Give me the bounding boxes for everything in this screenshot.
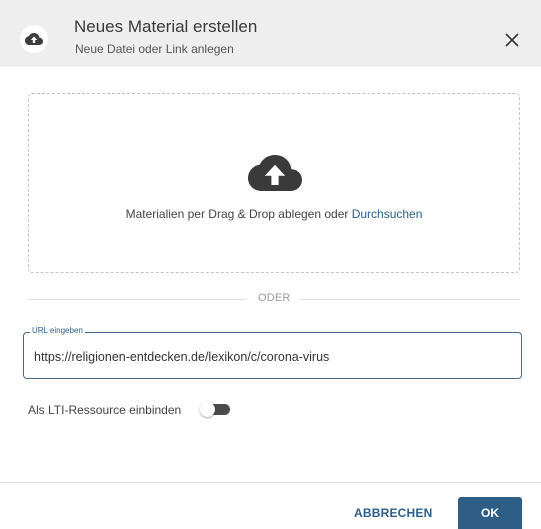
- dialog-header: Neues Material erstellen Neue Datei oder…: [0, 0, 541, 67]
- dialog-title: Neues Material erstellen: [74, 17, 258, 36]
- cloud-upload-icon: [247, 152, 303, 199]
- dialog-subtitle: Neue Datei oder Link anlegen: [75, 42, 234, 56]
- close-button[interactable]: [500, 28, 524, 52]
- file-dropzone[interactable]: Materialien per Drag & Drop ablegen oder…: [28, 93, 520, 273]
- divider-line-left: [28, 299, 246, 300]
- url-input[interactable]: [34, 350, 504, 364]
- close-icon: [505, 33, 519, 47]
- dropzone-text: Materialien per Drag & Drop ablegen oder…: [29, 207, 519, 221]
- footer-divider: [0, 482, 541, 483]
- divider-line-right: [300, 299, 520, 300]
- cloud-upload-icon: [20, 25, 48, 53]
- cancel-button[interactable]: ABBRECHEN: [354, 506, 432, 520]
- divider-text: ODER: [258, 292, 291, 304]
- ok-button[interactable]: OK: [458, 497, 522, 529]
- url-field-label: URL eingeben: [30, 326, 85, 335]
- dropzone-instruction: Materialien per Drag & Drop ablegen oder: [125, 207, 352, 221]
- lti-toggle[interactable]: [200, 402, 230, 417]
- toggle-knob: [200, 402, 215, 417]
- lti-label: Als LTI-Ressource einbinden: [28, 403, 182, 417]
- browse-link[interactable]: Durchsuchen: [352, 207, 423, 221]
